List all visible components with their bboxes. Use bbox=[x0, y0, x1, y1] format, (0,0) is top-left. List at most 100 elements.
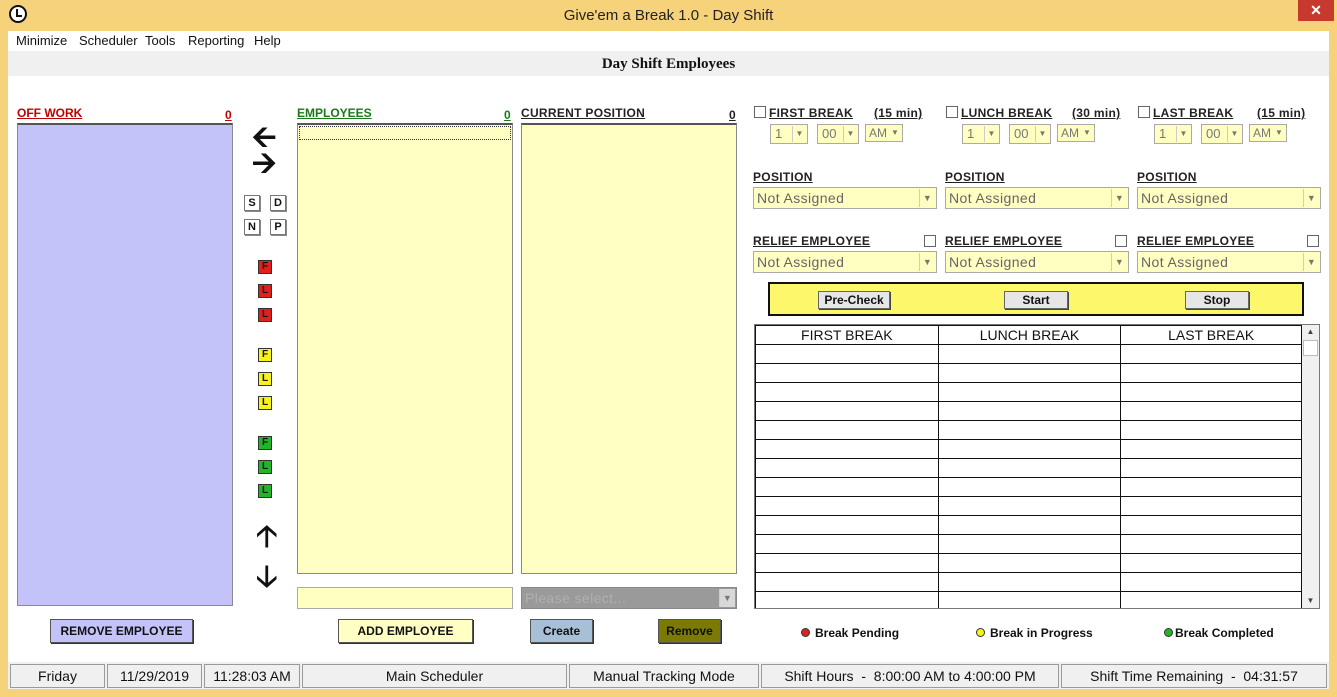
position-select[interactable]: Please select... ▼ bbox=[521, 587, 737, 609]
last-position-select[interactable]: Not Assigned ▼ bbox=[1137, 187, 1321, 209]
last-break-progress-button[interactable]: L bbox=[258, 396, 272, 410]
lunch-break-duration: (30 min) bbox=[1072, 106, 1121, 120]
menu-tools[interactable]: Tools bbox=[145, 33, 175, 48]
table-row[interactable] bbox=[755, 553, 1302, 573]
d-button[interactable]: D bbox=[270, 195, 286, 211]
create-button[interactable]: Create bbox=[530, 619, 593, 643]
last-break-checkbox[interactable] bbox=[1138, 106, 1150, 118]
grid-header-lunch: LUNCH BREAK bbox=[937, 325, 1122, 345]
lunch-break-minute-select[interactable]: 00 ▼ bbox=[1009, 124, 1051, 144]
lunch-relief-select[interactable]: Not Assigned ▼ bbox=[945, 251, 1129, 273]
employee-name-input[interactable] bbox=[297, 587, 513, 609]
last-break-ampm-select[interactable]: AM ▼ bbox=[1249, 124, 1287, 142]
table-row[interactable] bbox=[755, 515, 1302, 535]
first-break-checkbox[interactable] bbox=[754, 106, 766, 118]
employees-list[interactable] bbox=[297, 123, 513, 574]
menu-help[interactable]: Help bbox=[254, 33, 281, 48]
s-button[interactable]: S bbox=[244, 195, 260, 211]
table-row[interactable] bbox=[755, 534, 1302, 554]
chevron-down-icon: ▼ bbox=[792, 126, 806, 142]
table-row[interactable] bbox=[755, 382, 1302, 402]
last-relief-select[interactable]: Not Assigned ▼ bbox=[1137, 251, 1321, 273]
first-position-select[interactable]: Not Assigned ▼ bbox=[753, 187, 937, 209]
menu-reporting[interactable]: Reporting bbox=[188, 33, 244, 48]
chevron-down-icon: ▼ bbox=[1227, 126, 1241, 142]
off-work-label: OFF WORK bbox=[17, 106, 83, 120]
legend-pending-text: Break Pending bbox=[815, 626, 900, 640]
table-row[interactable] bbox=[755, 572, 1302, 592]
first-relief-checkbox[interactable] bbox=[924, 235, 936, 247]
lunch-break-hour-select[interactable]: 1 ▼ bbox=[962, 124, 1000, 144]
table-row[interactable] bbox=[755, 591, 1302, 608]
add-employee-button[interactable]: ADD EMPLOYEE bbox=[338, 619, 473, 643]
first-break-hour-select[interactable]: 1 ▼ bbox=[770, 124, 808, 144]
employees-count: 0 bbox=[504, 108, 511, 122]
first-relief-value: Not Assigned bbox=[757, 254, 845, 270]
green-dot-icon bbox=[1164, 628, 1173, 637]
last-relief-checkbox[interactable] bbox=[1307, 235, 1319, 247]
chevron-down-icon: ▼ bbox=[1275, 128, 1283, 137]
lunch-break-ampm-select[interactable]: AM ▼ bbox=[1057, 124, 1095, 142]
lunch-break-progress-button[interactable]: L bbox=[258, 372, 272, 386]
last-break-hour-select[interactable]: 1 ▼ bbox=[1154, 124, 1192, 144]
arrow-right-icon[interactable]: 🡪 bbox=[252, 149, 276, 179]
status-date: 11/29/2019 bbox=[107, 664, 202, 688]
table-row[interactable] bbox=[755, 477, 1302, 497]
remove-button[interactable]: Remove bbox=[658, 619, 721, 643]
current-position-list[interactable] bbox=[521, 123, 737, 574]
first-break-progress-button[interactable]: F bbox=[258, 348, 272, 362]
start-button[interactable]: Start bbox=[1004, 291, 1068, 309]
off-work-list[interactable] bbox=[17, 123, 233, 606]
pre-check-button[interactable]: Pre-Check bbox=[818, 291, 890, 309]
first-break-completed-button[interactable]: F bbox=[258, 436, 272, 450]
current-position-count: 0 bbox=[729, 108, 736, 122]
menu-minimize[interactable]: Minimize bbox=[16, 33, 67, 48]
first-break-pending-button[interactable]: F bbox=[258, 260, 272, 274]
first-break-ampm-select[interactable]: AM ▼ bbox=[865, 124, 903, 142]
p-button[interactable]: P bbox=[270, 219, 286, 235]
lunch-break-checkbox[interactable] bbox=[946, 106, 958, 118]
lunch-relief-checkbox[interactable] bbox=[1115, 235, 1127, 247]
last-position-label: POSITION bbox=[1137, 170, 1197, 184]
remove-employee-button[interactable]: REMOVE EMPLOYEE bbox=[50, 619, 193, 643]
lunch-position-select[interactable]: Not Assigned ▼ bbox=[945, 187, 1129, 209]
menu-scheduler[interactable]: Scheduler bbox=[79, 33, 138, 48]
table-row[interactable] bbox=[755, 439, 1302, 459]
table-row[interactable] bbox=[755, 344, 1302, 364]
chevron-down-icon: ▼ bbox=[1111, 189, 1127, 207]
arrow-up-icon[interactable]: 🡡 bbox=[256, 522, 278, 552]
last-relief-value: Not Assigned bbox=[1141, 254, 1229, 270]
first-break-minute-select[interactable]: 00 ▼ bbox=[817, 124, 859, 144]
first-relief-select[interactable]: Not Assigned ▼ bbox=[753, 251, 937, 273]
last-position-value: Not Assigned bbox=[1141, 190, 1229, 206]
lunch-break-minute: 00 bbox=[1014, 126, 1029, 141]
table-row[interactable] bbox=[755, 458, 1302, 478]
last-break-minute-select[interactable]: 00 ▼ bbox=[1201, 124, 1243, 144]
lunch-break-completed-button[interactable]: L bbox=[258, 460, 272, 474]
lunch-break-pending-button[interactable]: L bbox=[258, 284, 272, 298]
close-button[interactable]: ✕ bbox=[1298, 0, 1334, 21]
status-screen: Main Scheduler bbox=[302, 664, 567, 688]
table-row[interactable] bbox=[755, 420, 1302, 440]
last-break-ampm: AM bbox=[1253, 126, 1271, 140]
status-day: Friday bbox=[10, 664, 105, 688]
scroll-down-icon[interactable]: ▼ bbox=[1302, 594, 1319, 608]
stop-button[interactable]: Stop bbox=[1185, 291, 1249, 309]
last-break-completed-button[interactable]: L bbox=[258, 484, 272, 498]
table-row[interactable] bbox=[755, 496, 1302, 516]
arrow-down-icon[interactable]: 🡣 bbox=[256, 562, 278, 592]
page-title: Day Shift Employees bbox=[8, 51, 1329, 76]
last-break-pending-button[interactable]: L bbox=[258, 308, 272, 322]
scroll-up-icon[interactable]: ▲ bbox=[1302, 325, 1319, 339]
n-button[interactable]: N bbox=[244, 219, 260, 235]
last-break-duration: (15 min) bbox=[1257, 106, 1306, 120]
scroll-thumb[interactable] bbox=[1303, 340, 1318, 356]
grid-scrollbar[interactable]: ▲ ▼ bbox=[1302, 325, 1319, 608]
client-area: Minimize Scheduler Tools Reporting Help … bbox=[8, 31, 1329, 689]
first-break-minute: 00 bbox=[822, 126, 837, 141]
position-select-placeholder: Please select... bbox=[525, 590, 627, 606]
table-row[interactable] bbox=[755, 401, 1302, 421]
first-break-ampm: AM bbox=[869, 126, 887, 140]
table-row[interactable] bbox=[755, 363, 1302, 383]
list-item[interactable] bbox=[299, 126, 511, 140]
